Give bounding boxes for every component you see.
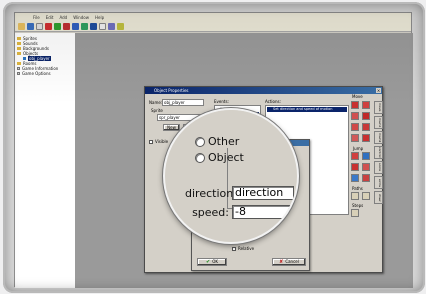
direction-label: direction: xyxy=(185,187,237,200)
sprite-label: Sprite xyxy=(151,108,163,113)
align-grid-icon[interactable] xyxy=(362,163,370,171)
tab-draw[interactable]: draw xyxy=(374,191,383,204)
speed-field[interactable]: -8 xyxy=(232,205,294,219)
visible-checkbox[interactable]: Visible xyxy=(149,139,168,144)
folder-icon xyxy=(17,62,21,65)
tab-score[interactable]: score xyxy=(374,161,383,174)
speed-label: speed: xyxy=(192,206,229,219)
object-icon xyxy=(23,57,26,60)
document-icon xyxy=(17,67,20,70)
move-free-icon[interactable] xyxy=(362,101,370,109)
tab-main2[interactable]: main2 xyxy=(374,131,383,144)
radio-object-label: Object xyxy=(208,151,244,164)
speed-vertical-icon[interactable] xyxy=(351,123,359,131)
folder-icon xyxy=(17,52,21,55)
radio-circle xyxy=(195,152,205,163)
document-icon xyxy=(17,72,20,75)
radio-other[interactable]: Other xyxy=(195,135,239,148)
ok-button[interactable]: ✔ OK xyxy=(197,258,227,266)
checkmark-icon: ✔ xyxy=(206,259,211,265)
gravity-icon[interactable] xyxy=(362,123,370,131)
folder-icon xyxy=(17,42,21,45)
dialog-title: Object Properties xyxy=(154,88,189,93)
close-icon[interactable]: × xyxy=(376,88,381,93)
add-object-icon[interactable] xyxy=(90,22,97,30)
game-info-icon[interactable] xyxy=(108,22,115,30)
move-fixed-icon[interactable] xyxy=(351,101,359,109)
magnifier-lens: Other Object direction: direction speed:… xyxy=(163,108,299,244)
wrap-screen-icon[interactable] xyxy=(351,174,359,182)
cancel-label: Cancel xyxy=(285,259,299,264)
relative-checkbox[interactable]: Relative xyxy=(232,246,254,251)
direction-field[interactable]: direction xyxy=(232,186,294,200)
cross-icon: ✘ xyxy=(279,259,284,265)
magnified-dialog-strip xyxy=(165,110,297,118)
end-path-icon[interactable] xyxy=(362,192,370,200)
name-field[interactable]: obj_player xyxy=(162,99,204,106)
visible-label: Visible xyxy=(155,139,169,144)
steps-label: Steps xyxy=(352,203,364,208)
resource-tree: Sprites Sounds Backgrounds Objects obj_p… xyxy=(15,33,76,288)
menu-window[interactable]: Window xyxy=(73,15,89,20)
debug-run-icon[interactable] xyxy=(54,22,61,30)
menu-help[interactable]: Help xyxy=(95,15,104,20)
add-room-icon[interactable] xyxy=(99,22,106,30)
menubar: File Edit Add Window Help xyxy=(15,13,411,21)
folder-icon xyxy=(17,37,21,40)
new-icon[interactable] xyxy=(36,22,43,30)
run-icon[interactable] xyxy=(45,22,52,30)
add-sound-icon[interactable] xyxy=(72,22,79,30)
reverse-horizontal-icon[interactable] xyxy=(351,134,359,142)
step-towards-icon[interactable] xyxy=(351,209,359,217)
new-sprite-button[interactable]: New xyxy=(163,124,180,131)
jump-random-icon[interactable] xyxy=(351,163,359,171)
add-sprite-icon[interactable] xyxy=(63,22,70,30)
tab-main1[interactable]: main1 xyxy=(374,116,383,129)
folder-icon xyxy=(17,47,21,50)
action-tabs: move main1 main2 control score extra dra… xyxy=(374,101,383,218)
tab-move[interactable]: move xyxy=(374,101,383,114)
actions-header: Actions: xyxy=(265,99,281,104)
ok-label: OK xyxy=(212,259,218,264)
jump-label: Jump xyxy=(353,146,364,151)
jump-start-icon[interactable] xyxy=(362,152,370,160)
photo-frame: File Edit Add Window Help Sprites Sounds… xyxy=(3,2,425,293)
jump-position-icon[interactable] xyxy=(351,152,359,160)
add-background-icon[interactable] xyxy=(81,22,88,30)
tab-extra[interactable]: extra xyxy=(374,176,383,189)
name-label: Name: xyxy=(149,100,163,105)
toolbar xyxy=(15,21,411,32)
radio-circle xyxy=(195,136,205,147)
action-palette: Move Jump Paths Steps xyxy=(350,94,373,218)
relative-label: Relative xyxy=(238,246,255,251)
radio-object[interactable]: Object xyxy=(195,151,244,164)
open-icon[interactable] xyxy=(18,22,25,30)
move-contact-icon[interactable] xyxy=(362,174,370,182)
events-header: Events: xyxy=(214,99,229,104)
menu-file[interactable]: File xyxy=(33,15,40,20)
set-path-icon[interactable] xyxy=(351,192,359,200)
paths-label: Paths xyxy=(352,186,363,191)
menu-edit[interactable]: Edit xyxy=(46,15,54,20)
help-icon[interactable] xyxy=(117,22,124,30)
cancel-button[interactable]: ✘ Cancel xyxy=(272,258,306,266)
speed-horizontal-icon[interactable] xyxy=(362,112,370,120)
move-towards-icon[interactable] xyxy=(351,112,359,120)
dialog-title-bar: Object Properties × xyxy=(145,87,382,94)
save-icon[interactable] xyxy=(27,22,34,30)
move-label: Move xyxy=(352,94,363,99)
radio-other-label: Other xyxy=(208,135,240,148)
friction-icon[interactable] xyxy=(362,134,370,142)
visible-check xyxy=(149,139,153,144)
relative-check xyxy=(232,246,236,251)
menu-add[interactable]: Add xyxy=(59,15,67,20)
tab-control[interactable]: control xyxy=(374,146,383,159)
tree-item-game-options[interactable]: Game Options xyxy=(17,71,73,76)
